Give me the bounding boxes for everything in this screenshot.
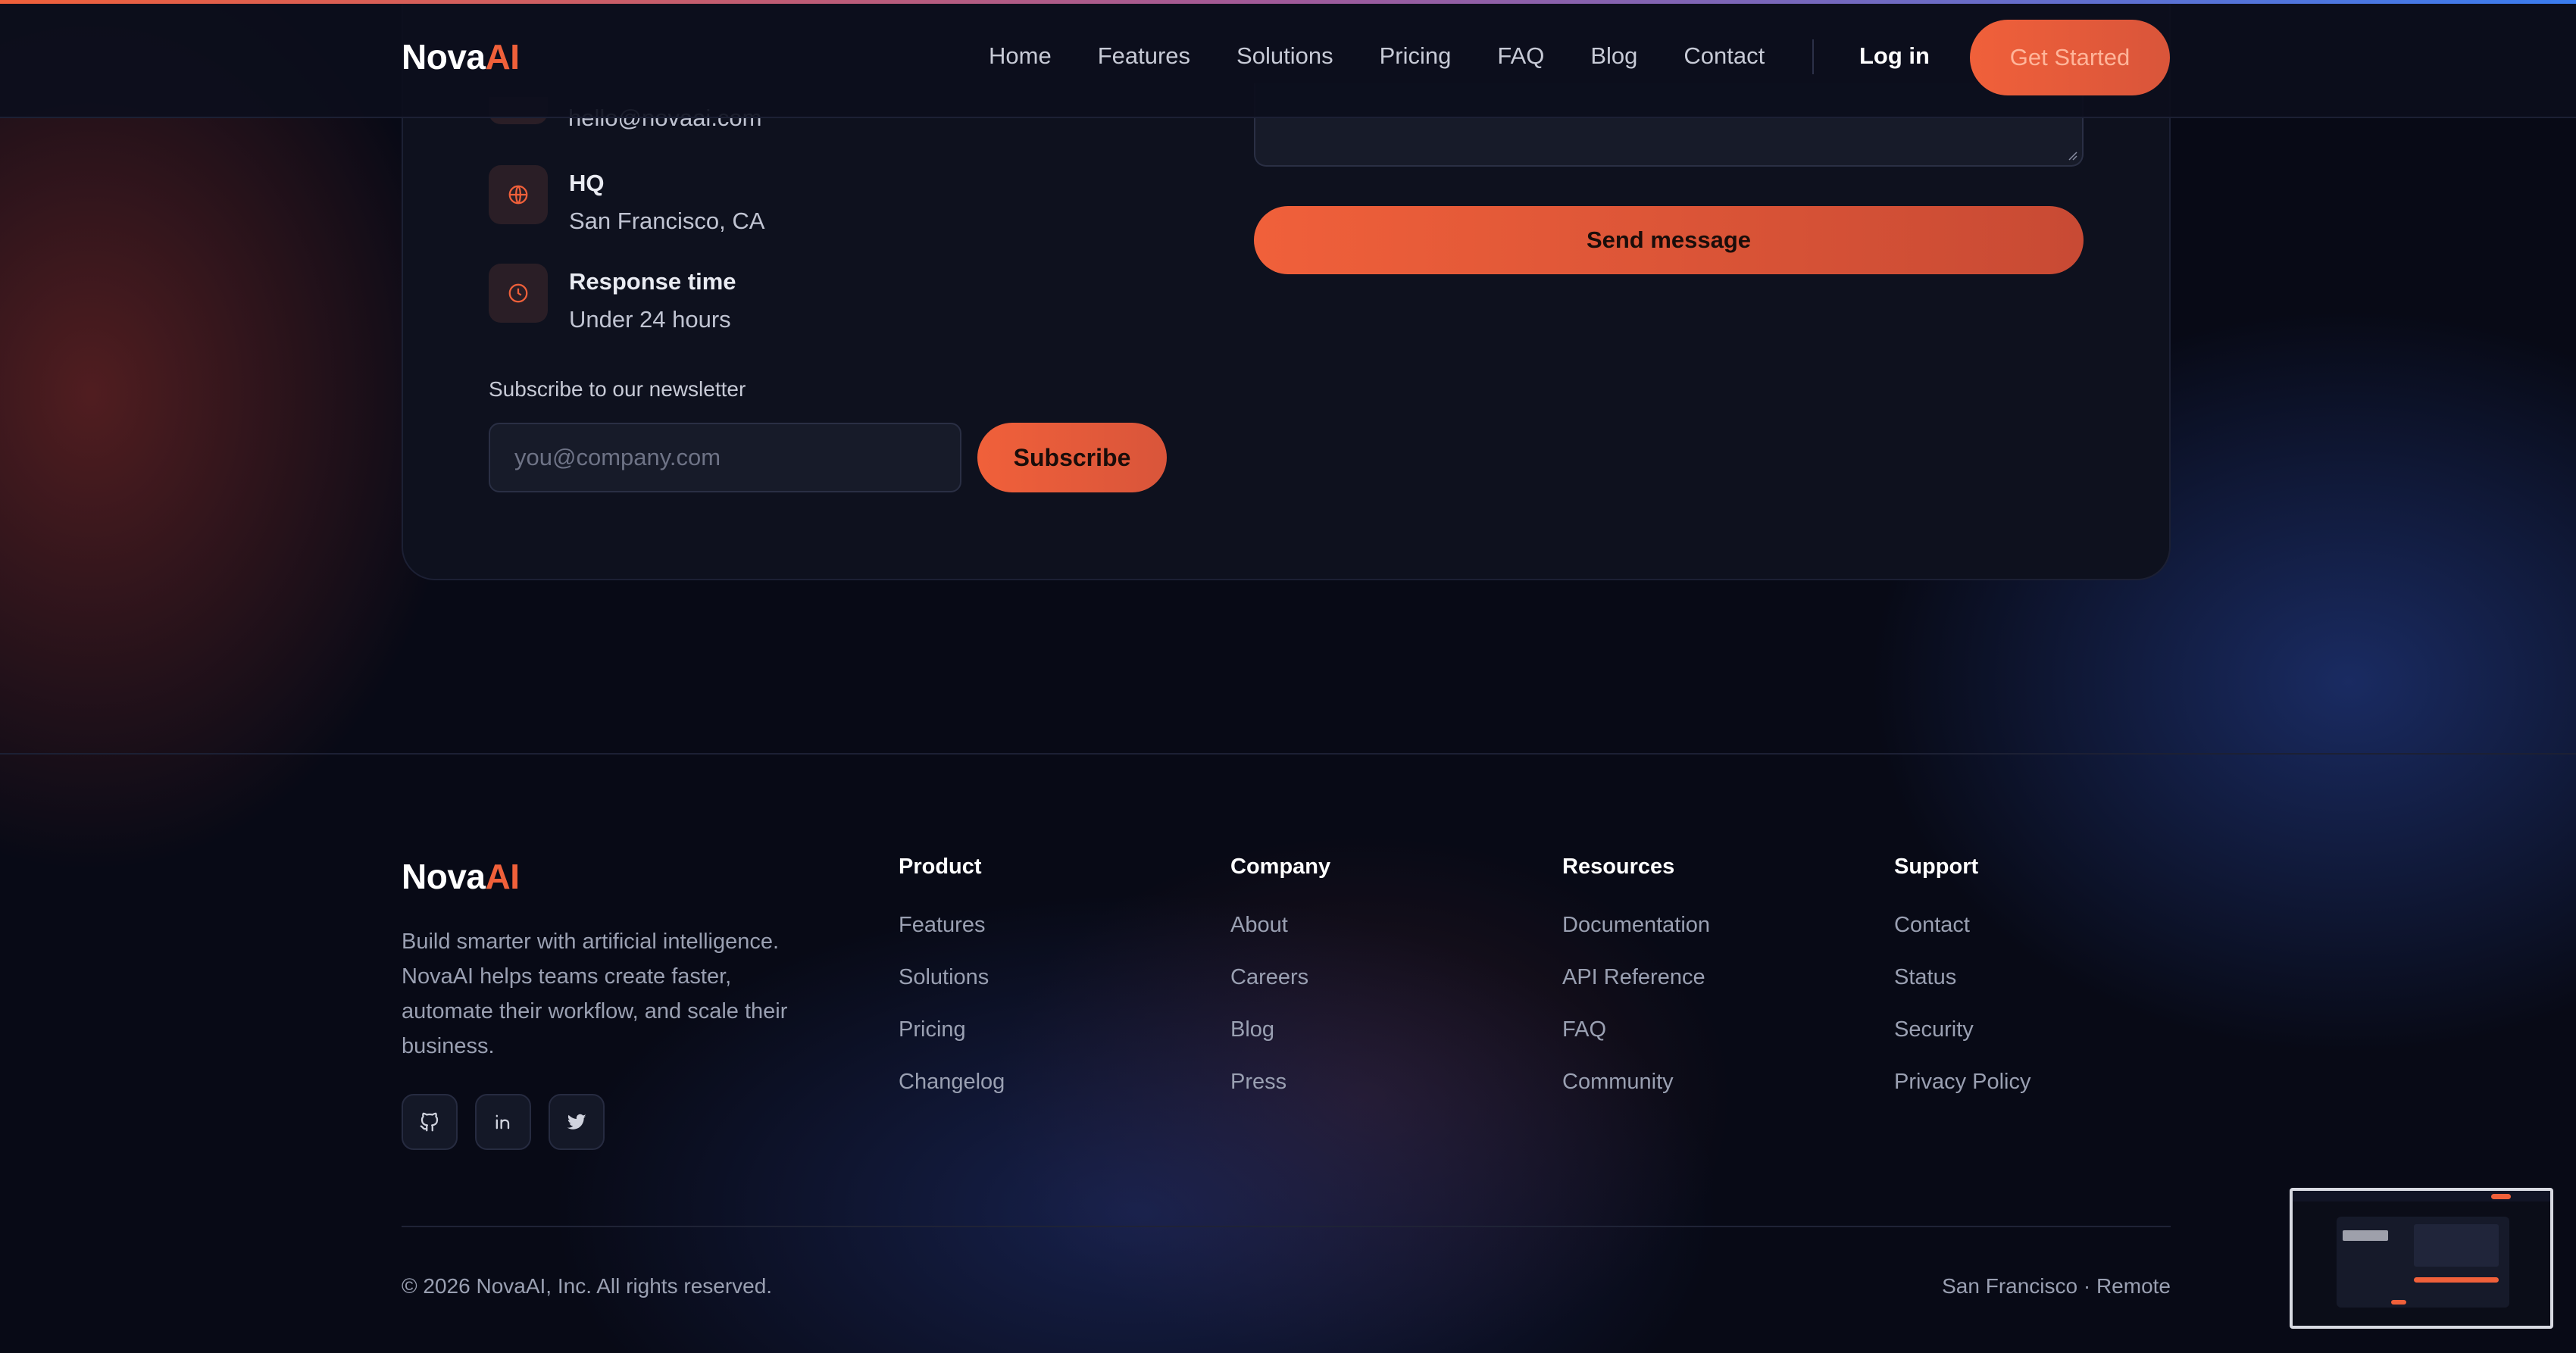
footer-column-title: Company [1230,855,1331,879]
footer-column-company: Company About Careers Blog Press [1230,855,1330,1122]
footer-link[interactable]: API Reference [1562,965,1710,991]
linkedin-icon[interactable] [475,1094,531,1150]
footer-divider [0,753,2576,755]
contact-item-hq: HQ San Francisco, CA [489,165,764,235]
nav-link-pricing[interactable]: Pricing [1380,42,1452,70]
footer-link[interactable]: Status [1894,965,2031,991]
nav-link-solutions[interactable]: Solutions [1236,42,1333,70]
thumbnail-subscribe-button [2391,1300,2406,1305]
twitter-icon[interactable] [549,1094,605,1150]
footer-link[interactable]: Privacy Policy [1894,1070,2031,1095]
footer-column-support: Support Contact Status Security Privacy … [1894,855,2031,1122]
nav-link-blog[interactable]: Blog [1590,42,1637,70]
contact-item-title: Response time [569,268,736,295]
footer-link[interactable]: About [1230,913,1330,939]
nav-divider [1812,39,1814,74]
footer-link[interactable]: Security [1894,1017,2031,1043]
thumbnail-heading [2343,1230,2388,1241]
contact-item-value: San Francisco, CA [569,208,765,234]
logo-text-nova: Nova [402,37,486,77]
footer-link[interactable]: Careers [1230,965,1330,991]
globe-icon [489,165,548,224]
footer-logo[interactable]: NovaAI [402,856,520,897]
contact-item-response-time: Response time Under 24 hours [489,264,736,333]
footer-bottom-divider [402,1226,2171,1227]
thumbnail-navbar [2293,1191,2550,1201]
newsletter-email-input[interactable] [489,423,961,492]
top-navbar: NovaAI Home Features Solutions Pricing F… [0,0,2576,118]
nav-link-faq[interactable]: FAQ [1497,42,1544,70]
contact-item-value: Under 24 hours [569,306,731,333]
locations-text: San Francisco · Remote [1942,1274,2171,1298]
footer-link[interactable]: Community [1562,1070,1710,1095]
thumbnail-form [2414,1224,2499,1267]
footer-link[interactable]: Changelog [899,1070,1005,1095]
social-links [402,1094,605,1150]
nav-link-contact[interactable]: Contact [1683,42,1765,70]
footer-link[interactable]: Contact [1894,913,2031,939]
contact-item-title: HQ [569,170,605,196]
resize-handle-icon[interactable] [2067,150,2077,161]
footer-link[interactable]: Pricing [899,1017,1005,1043]
footer-column-product: Product Features Solutions Pricing Chang… [899,855,1005,1122]
footer-link[interactable]: Blog [1230,1017,1330,1043]
thumbnail-cta [2491,1194,2511,1199]
nav-logo[interactable]: NovaAI [402,36,520,77]
copyright-text: © 2026 NovaAI, Inc. All rights reserved. [402,1274,773,1298]
page-preview-thumbnail[interactable] [2290,1188,2553,1329]
footer-column-resources: Resources Documentation API Reference FA… [1562,855,1710,1122]
nav-link-features[interactable]: Features [1098,42,1190,70]
footer-link[interactable]: Solutions [899,965,1005,991]
get-started-button[interactable]: Get Started [1970,20,2170,95]
subscribe-button[interactable]: Subscribe [977,423,1167,492]
footer-link[interactable]: FAQ [1562,1017,1710,1043]
thumbnail-send-button [2414,1277,2499,1283]
send-message-button[interactable]: Send message [1254,206,2084,274]
footer-column-title: Resources [1562,855,1675,879]
footer-description: Build smarter with artificial intelligen… [402,930,788,1058]
logo-text-nova: Nova [402,857,486,896]
newsletter-label: Subscribe to our newsletter [489,377,746,401]
top-accent-bar [0,0,2576,4]
footer-column-title: Product [899,855,982,879]
footer-link[interactable]: Press [1230,1070,1330,1095]
logo-text-ai: AI [485,37,520,77]
login-link[interactable]: Log in [1859,42,1930,70]
logo-text-ai: AI [485,857,520,896]
nav-link-home[interactable]: Home [989,42,1052,70]
footer-column-title: Support [1894,855,1979,879]
clock-icon [489,264,548,323]
github-icon[interactable] [402,1094,458,1150]
nav-links: Home Features Solutions Pricing FAQ Blog… [989,42,1811,70]
footer-link[interactable]: Features [899,913,1005,939]
footer-link[interactable]: Documentation [1562,913,1710,939]
